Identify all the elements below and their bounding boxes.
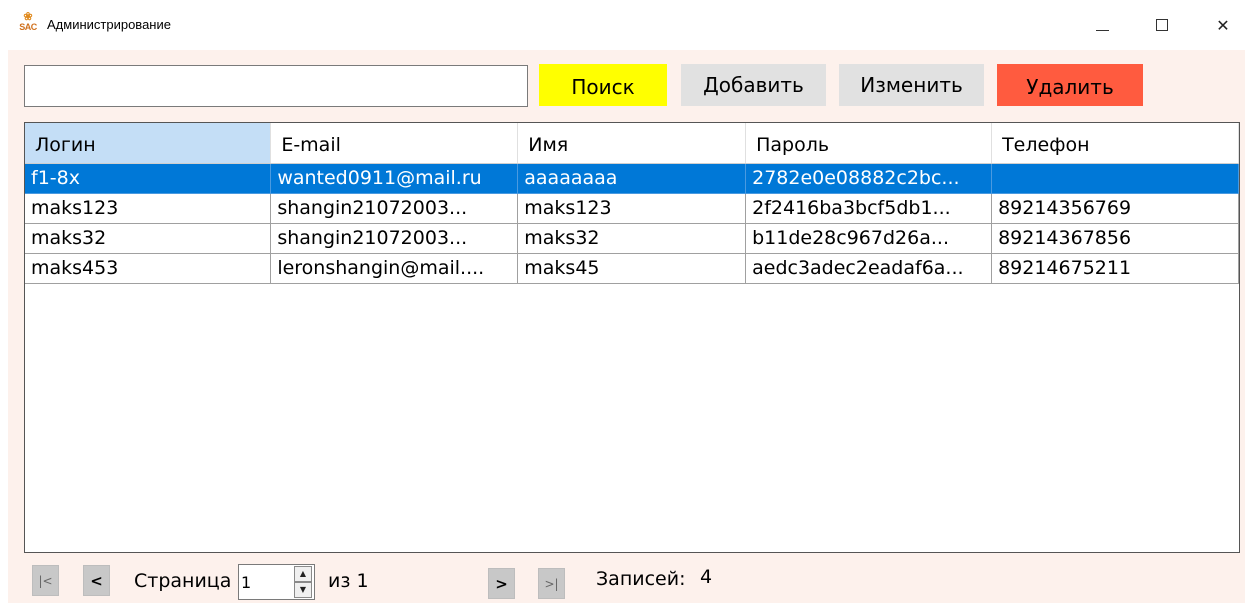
edit-button[interactable]: Изменить (839, 64, 984, 106)
prev-page-button[interactable]: < (83, 565, 110, 596)
cell-email[interactable]: leronshangin@mail.... (270, 253, 519, 284)
page-number-stepper[interactable]: ▲ ▼ (238, 564, 315, 600)
users-grid[interactable]: Логин E-mail Имя Пароль Телефон f1-8x wa… (24, 122, 1240, 553)
table-row[interactable]: maks453 leronshangin@mail.... maks45 aed… (25, 253, 1239, 284)
column-header-phone[interactable]: Телефон (991, 123, 1239, 164)
column-header-password[interactable]: Пароль (745, 123, 993, 164)
column-header-login[interactable]: Логин (25, 123, 272, 164)
cell-name[interactable]: aaaaaaaa (517, 163, 747, 194)
maximize-icon (1156, 19, 1168, 31)
app-logo-icon: ❀ SAC (19, 11, 37, 33)
table-row[interactable]: maks32 shangin21072003... maks32 b11de28… (25, 223, 1239, 254)
records-label: Записей: (596, 568, 686, 590)
table-row[interactable]: maks123 shangin21072003... maks123 2f241… (25, 193, 1239, 224)
next-page-button[interactable]: > (488, 568, 515, 599)
search-button[interactable]: Поиск (539, 64, 667, 106)
page-label: Страница (134, 570, 232, 592)
cell-phone[interactable]: 89214356769 (991, 193, 1239, 224)
search-input[interactable] (24, 65, 528, 107)
cell-password[interactable]: b11de28c967d26a... (745, 223, 993, 254)
last-page-button[interactable]: >| (538, 568, 565, 599)
column-header-email[interactable]: E-mail (270, 123, 519, 164)
window-title: Администрирование (47, 17, 171, 32)
cell-phone[interactable]: 89214675211 (991, 253, 1239, 284)
title-bar: ❀ SAC Администрирование ✕ (0, 0, 1245, 50)
add-button[interactable]: Добавить (681, 64, 826, 106)
cell-password[interactable]: 2f2416ba3bcf5db1... (745, 193, 993, 224)
cell-login[interactable]: f1-8x (25, 163, 272, 194)
minimize-button[interactable] (1082, 9, 1122, 41)
cell-name[interactable]: maks123 (517, 193, 747, 224)
spin-arrows: ▲ ▼ (294, 566, 312, 598)
minimize-icon (1095, 29, 1109, 31)
table-row[interactable]: f1-8x wanted0911@mail.ru aaaaaaaa 2782e0… (25, 163, 1239, 194)
users-table: Логин E-mail Имя Пароль Телефон f1-8x wa… (25, 123, 1239, 284)
total-pages-label: из 1 (328, 570, 369, 592)
main-panel: Поиск Добавить Изменить Удалить Логин E-… (8, 50, 1245, 603)
spin-down-icon[interactable]: ▼ (294, 582, 312, 598)
page-number-input[interactable] (241, 568, 291, 596)
cell-password[interactable]: 2782e0e08882c2bc... (745, 163, 993, 194)
close-button[interactable]: ✕ (1203, 9, 1243, 41)
header-row: Логин E-mail Имя Пароль Телефон (25, 123, 1239, 164)
cell-email[interactable]: wanted0911@mail.ru (270, 163, 519, 194)
records-count: 4 (700, 566, 713, 588)
column-header-name[interactable]: Имя (517, 123, 747, 164)
cell-login[interactable]: maks123 (25, 193, 272, 224)
cell-email[interactable]: shangin21072003... (270, 193, 519, 224)
cell-name[interactable]: maks45 (517, 253, 747, 284)
close-icon: ✕ (1216, 15, 1230, 35)
spin-up-icon[interactable]: ▲ (294, 566, 312, 582)
cell-password[interactable]: aedc3adec2eadaf6a... (745, 253, 993, 284)
cell-phone[interactable]: 89214367856 (991, 223, 1239, 254)
delete-button[interactable]: Удалить (997, 64, 1143, 106)
cell-name[interactable]: maks32 (517, 223, 747, 254)
maximize-button[interactable] (1142, 9, 1182, 41)
cell-login[interactable]: maks453 (25, 253, 272, 284)
cell-email[interactable]: shangin21072003... (270, 223, 519, 254)
cell-login[interactable]: maks32 (25, 223, 272, 254)
first-page-button[interactable]: |< (32, 565, 59, 596)
cell-phone[interactable] (991, 163, 1239, 194)
